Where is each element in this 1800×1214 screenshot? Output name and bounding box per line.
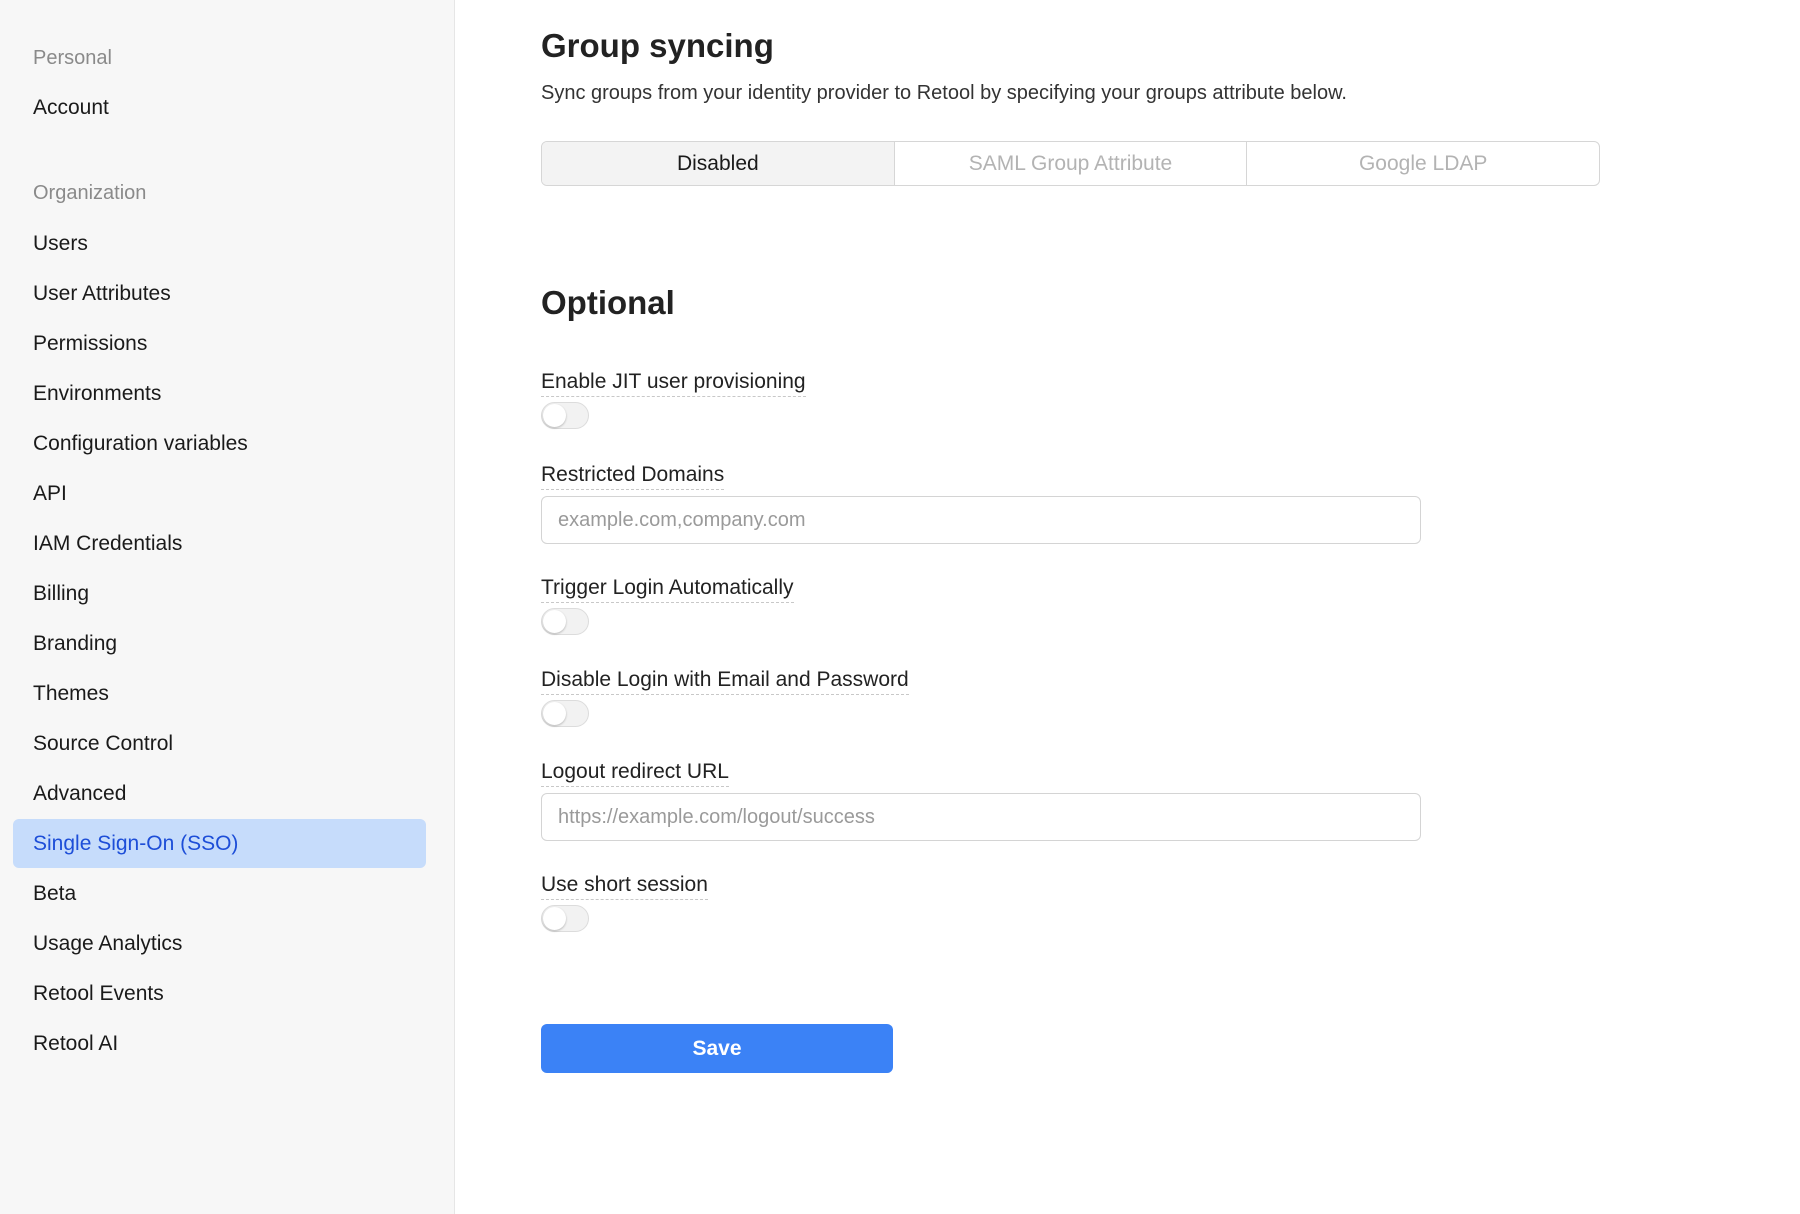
sidebar-item-retool-events[interactable]: Retool Events <box>13 969 426 1018</box>
sidebar-item-beta[interactable]: Beta <box>13 869 426 918</box>
toggle-knob <box>543 907 566 930</box>
sso-settings-page: Personal Account Organization Users User… <box>0 0 1800 1214</box>
trigger-login-label: Trigger Login Automatically <box>541 575 794 603</box>
sidebar-section-personal: Personal <box>33 47 112 69</box>
disable-password-login-toggle[interactable] <box>541 700 589 727</box>
restricted-domains-input[interactable] <box>541 496 1421 544</box>
short-session-toggle[interactable] <box>541 905 589 932</box>
save-button[interactable]: Save <box>541 1024 893 1073</box>
short-session-label: Use short session <box>541 872 708 900</box>
sidebar-item-source-control[interactable]: Source Control <box>13 719 426 768</box>
segment-disabled[interactable]: Disabled <box>542 142 895 185</box>
sidebar-section-organization: Organization <box>33 182 147 204</box>
sidebar-item-environments[interactable]: Environments <box>13 369 426 418</box>
sso-main-content: Group syncing Sync groups from your iden… <box>541 0 1741 1214</box>
segment-saml-group-attribute[interactable]: SAML Group Attribute <box>895 142 1248 185</box>
sidebar-item-advanced[interactable]: Advanced <box>13 769 426 818</box>
sidebar-item-iam-credentials[interactable]: IAM Credentials <box>13 519 426 568</box>
toggle-knob <box>543 702 566 725</box>
sidebar-item-usage-analytics[interactable]: Usage Analytics <box>13 919 426 968</box>
sidebar-item-configuration-variables[interactable]: Configuration variables <box>13 419 426 468</box>
disable-password-login-label: Disable Login with Email and Password <box>541 667 909 695</box>
sidebar-item-api[interactable]: API <box>13 469 426 518</box>
sidebar-item-billing[interactable]: Billing <box>13 569 426 618</box>
group-sync-mode-selector: Disabled SAML Group Attribute Google LDA… <box>541 141 1600 186</box>
logout-redirect-label: Logout redirect URL <box>541 759 729 787</box>
group-syncing-heading: Group syncing <box>541 27 774 64</box>
sidebar-item-account[interactable]: Account <box>13 83 426 132</box>
sidebar-item-sso[interactable]: Single Sign-On (SSO) <box>13 819 426 868</box>
jit-provisioning-toggle[interactable] <box>541 402 589 429</box>
logout-redirect-input[interactable] <box>541 793 1421 841</box>
group-syncing-description: Sync groups from your identity provider … <box>541 82 1347 104</box>
sidebar-item-user-attributes[interactable]: User Attributes <box>13 269 426 318</box>
toggle-knob <box>543 610 566 633</box>
segment-google-ldap[interactable]: Google LDAP <box>1247 142 1599 185</box>
optional-heading: Optional <box>541 284 675 321</box>
sidebar-item-branding[interactable]: Branding <box>13 619 426 668</box>
sidebar-item-retool-ai[interactable]: Retool AI <box>13 1019 426 1068</box>
sidebar-item-permissions[interactable]: Permissions <box>13 319 426 368</box>
sidebar-item-themes[interactable]: Themes <box>13 669 426 718</box>
toggle-knob <box>543 404 566 427</box>
restricted-domains-label: Restricted Domains <box>541 462 725 490</box>
sidebar-item-users[interactable]: Users <box>13 219 426 268</box>
trigger-login-toggle[interactable] <box>541 608 589 635</box>
jit-provisioning-label: Enable JIT user provisioning <box>541 369 806 397</box>
settings-sidebar: Personal Account Organization Users User… <box>0 0 455 1214</box>
